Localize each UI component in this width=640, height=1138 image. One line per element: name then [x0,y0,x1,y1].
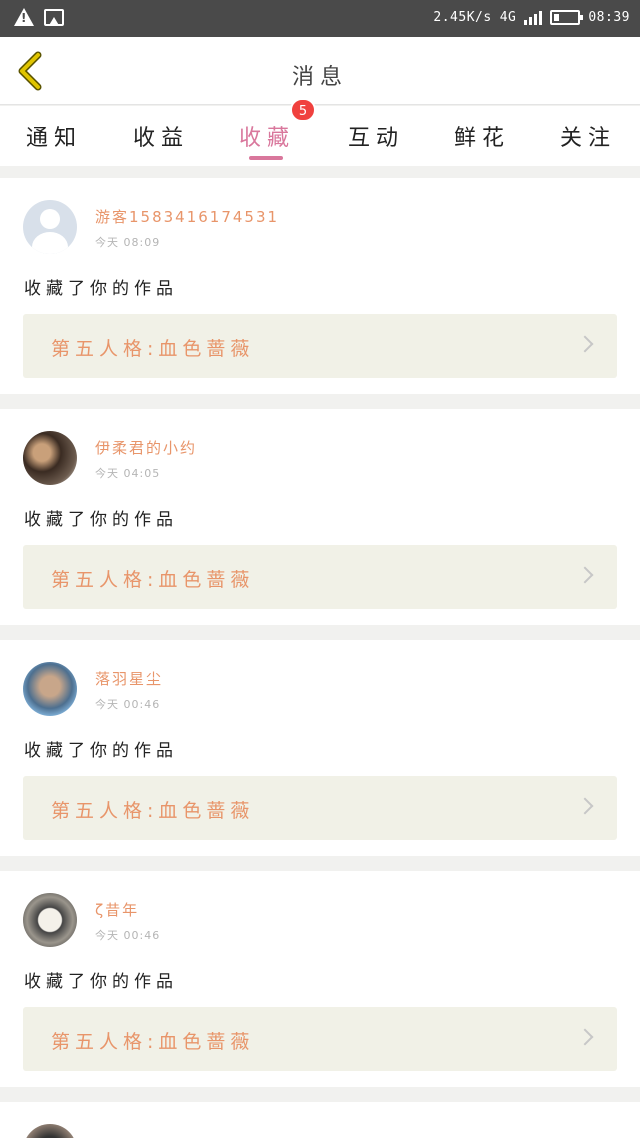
action-text: 收藏了你的作品 [24,741,178,761]
username[interactable]: ζ昔年 [95,899,139,920]
page-title: 消息 [291,65,348,90]
timestamp: 今天 00:46 [95,698,161,711]
app-header: 消息 [0,37,640,105]
chevron-right-icon [576,566,594,584]
network-type: 4G [499,10,517,25]
avatar[interactable] [23,893,77,947]
work-title: 第五人格:血色蔷薇 [51,338,255,360]
action-text: 收藏了你的作品 [24,279,178,299]
work-title: 第五人格:血色蔷薇 [51,800,255,822]
timestamp: 今天 04:05 [95,467,161,480]
warning-icon [14,8,34,26]
tab-flowers[interactable]: 鲜花 [442,120,522,152]
timestamp: 今天 08:09 [95,236,161,249]
username[interactable]: 游客15834161745​31 [95,206,279,227]
tab-favorites[interactable]: 收藏 [227,120,307,152]
message-card: 落羽星尘 今天 00:46 收藏了你的作品 第五人格:血色蔷薇 [0,640,640,856]
avatar[interactable] [23,431,77,485]
active-tab-indicator [249,156,283,160]
action-text: 收藏了你的作品 [24,510,178,530]
chevron-right-icon [576,797,594,815]
signal-icon [524,10,543,25]
clock: 08:39 [588,10,630,25]
message-card: 游客15834161745​31 今天 08:09 收藏了你的作品 第五人格:血… [0,178,640,394]
tab-interactions[interactable]: 互动 [336,120,416,152]
work-link[interactable]: 第五人格:血色蔷薇 [23,1007,617,1071]
work-title: 第五人格:血色蔷薇 [51,569,255,591]
message-card: ζ昔年 今天 00:46 收藏了你的作品 第五人格:血色蔷薇 [0,871,640,1087]
tab-bar: 通知 收益 收藏 互动 鲜花 关注 5 [0,98,640,166]
tab-earnings[interactable]: 收益 [121,120,201,152]
message-card [0,1102,640,1138]
unread-badge: 5 [290,98,316,122]
work-link[interactable]: 第五人格:血色蔷薇 [23,545,617,609]
status-bar: 2.45K/s 4G 08:39 [0,0,640,37]
chevron-right-icon [576,335,594,353]
avatar[interactable] [23,662,77,716]
chevron-right-icon [576,1028,594,1046]
avatar[interactable] [23,1124,77,1138]
username[interactable]: 落羽星尘 [95,668,163,689]
battery-icon [550,10,584,25]
tab-notifications[interactable]: 通知 [14,120,94,152]
timestamp: 今天 00:46 [95,929,161,942]
tab-following[interactable]: 关注 [548,120,628,152]
work-link[interactable]: 第五人格:血色蔷薇 [23,314,617,378]
work-title: 第五人格:血色蔷薇 [51,1031,255,1053]
avatar[interactable] [23,200,77,254]
message-card: 伊柔君的小约 今天 04:05 收藏了你的作品 第五人格:血色蔷薇 [0,409,640,625]
image-notification-icon [44,8,64,26]
action-text: 收藏了你的作品 [24,972,178,992]
network-speed: 2.45K/s [433,10,492,25]
work-link[interactable]: 第五人格:血色蔷薇 [23,776,617,840]
username[interactable]: 伊柔君的小约 [95,437,197,458]
